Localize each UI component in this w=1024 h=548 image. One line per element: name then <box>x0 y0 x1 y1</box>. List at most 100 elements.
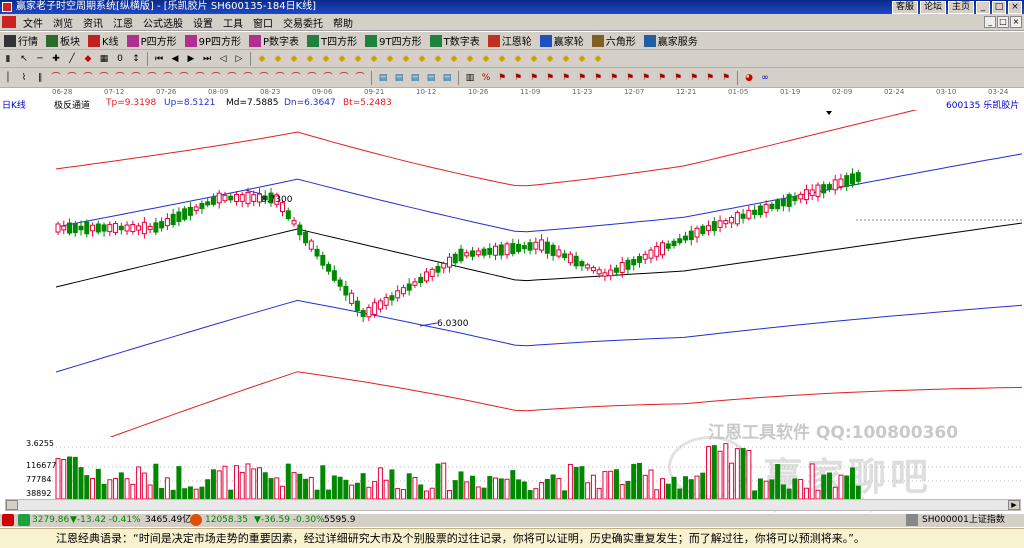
candle[interactable] <box>159 221 165 229</box>
candle[interactable] <box>573 255 579 267</box>
cycle-5-icon[interactable]: ⌒ <box>114 72 126 84</box>
yellow-diamond-21-icon[interactable]: ◆ <box>576 53 588 65</box>
table-1-icon[interactable]: ▤ <box>377 72 389 84</box>
candle[interactable] <box>775 199 781 210</box>
candle[interactable] <box>648 249 654 259</box>
cycle-17-icon[interactable]: ⌒ <box>306 72 318 84</box>
grid-tool-icon[interactable]: ▦ <box>98 53 110 65</box>
yellow-diamond-18-icon[interactable]: ◆ <box>528 53 540 65</box>
next-icon[interactable]: ▶ <box>185 53 197 65</box>
cycle-12-icon[interactable]: ⌒ <box>226 72 238 84</box>
yellow-diamond-20-icon[interactable]: ◆ <box>560 53 572 65</box>
diamond-tool-icon[interactable]: ◆ <box>82 53 94 65</box>
candle[interactable] <box>596 269 602 275</box>
fan-icon[interactable]: ⌇ <box>18 72 30 84</box>
candle[interactable] <box>314 248 320 257</box>
candle[interactable] <box>683 235 689 241</box>
scrollbar-thumb[interactable] <box>6 500 18 510</box>
candle[interactable] <box>245 191 251 205</box>
candle[interactable] <box>636 256 642 263</box>
candle[interactable] <box>199 202 205 210</box>
candle[interactable] <box>239 194 245 202</box>
candle[interactable] <box>395 290 401 299</box>
candle[interactable] <box>752 209 758 215</box>
yellow-diamond-19-icon[interactable]: ◆ <box>544 53 556 65</box>
candle[interactable] <box>821 184 827 194</box>
toolbar-button-10[interactable]: 赢家轮 <box>536 33 588 48</box>
close-button[interactable]: × <box>1008 1 1022 14</box>
yellow-diamond-17-icon[interactable]: ◆ <box>512 53 524 65</box>
candle[interactable] <box>176 211 182 222</box>
candle[interactable] <box>625 259 631 270</box>
candle[interactable] <box>740 213 746 219</box>
candle[interactable] <box>216 192 222 204</box>
menu-gann[interactable]: 江恩 <box>108 15 138 30</box>
menu-tools[interactable]: 工具 <box>218 15 248 30</box>
yellow-diamond-5-icon[interactable]: ◆ <box>320 53 332 65</box>
cycle-13-icon[interactable]: ⌒ <box>242 72 254 84</box>
candle[interactable] <box>671 240 677 247</box>
yellow-diamond-11-icon[interactable]: ◆ <box>416 53 428 65</box>
candle[interactable] <box>585 264 591 269</box>
candle[interactable] <box>308 240 314 250</box>
candle[interactable] <box>147 225 153 231</box>
yellow-diamond-14-icon[interactable]: ◆ <box>464 53 476 65</box>
candle[interactable] <box>631 259 637 266</box>
candle[interactable] <box>285 210 291 220</box>
tool-b-icon[interactable]: ⚑ <box>512 72 524 84</box>
tool-m-icon[interactable]: ⚑ <box>688 72 700 84</box>
candle[interactable] <box>343 285 349 296</box>
arrows-icon[interactable]: ↕ <box>130 53 142 65</box>
candle[interactable] <box>170 213 176 225</box>
candle[interactable] <box>418 276 424 284</box>
candle[interactable] <box>193 206 199 211</box>
candle[interactable] <box>124 224 130 232</box>
yellow-diamond-10-icon[interactable]: ◆ <box>400 53 412 65</box>
candle[interactable] <box>734 212 740 225</box>
candle[interactable] <box>435 265 441 273</box>
candle[interactable] <box>498 244 504 256</box>
candle[interactable] <box>291 220 297 225</box>
plus-icon[interactable]: ✚ <box>50 53 62 65</box>
sh-index-value[interactable]: 3279.86 <box>32 514 69 527</box>
candle[interactable] <box>608 269 614 277</box>
tool-n-icon[interactable]: ⚑ <box>704 72 716 84</box>
menu-trade[interactable]: 交易委托 <box>278 15 328 30</box>
candle[interactable] <box>464 252 470 257</box>
bars-icon[interactable]: ▮ <box>2 53 14 65</box>
prev-icon[interactable]: ◀ <box>169 53 181 65</box>
toolbar-button-3[interactable]: P四方形 <box>123 33 181 48</box>
candle[interactable] <box>412 281 418 286</box>
candle[interactable] <box>826 184 832 190</box>
candle[interactable] <box>642 253 648 260</box>
candle[interactable] <box>164 218 170 227</box>
yellow-diamond-15-icon[interactable]: ◆ <box>480 53 492 65</box>
cycle-4-icon[interactable]: ⌒ <box>98 72 110 84</box>
toolbar-button-5[interactable]: P数字表 <box>245 33 303 48</box>
channel-icon[interactable]: ∥ <box>34 72 46 84</box>
cycle-1-icon[interactable]: ⌒ <box>50 72 62 84</box>
candle[interactable] <box>210 196 216 205</box>
candle[interactable] <box>763 203 769 213</box>
candle[interactable] <box>729 216 735 224</box>
candle[interactable] <box>366 306 372 318</box>
candle[interactable] <box>723 220 729 225</box>
candle[interactable] <box>694 227 700 238</box>
candle[interactable] <box>539 239 545 251</box>
candle[interactable] <box>844 175 850 187</box>
candle[interactable] <box>665 243 671 249</box>
candle[interactable] <box>228 195 234 201</box>
mdi-minimize-button[interactable]: _ <box>984 16 996 28</box>
tool-l-icon[interactable]: ⚑ <box>672 72 684 84</box>
toolbar-button-11[interactable]: 六角形 <box>588 33 640 48</box>
cycle-6-icon[interactable]: ⌒ <box>130 72 142 84</box>
candle[interactable] <box>590 267 596 272</box>
toolbar-button-8[interactable]: T数字表 <box>426 33 484 48</box>
candle[interactable] <box>769 203 775 209</box>
toolbar-button-12[interactable]: 赢家服务 <box>640 33 702 48</box>
menu-formula[interactable]: 公式选股 <box>138 15 188 30</box>
menu-help[interactable]: 帮助 <box>328 15 358 30</box>
maximize-button[interactable]: □ <box>992 1 1006 14</box>
table-5-icon[interactable]: ▤ <box>441 72 453 84</box>
menu-news[interactable]: 资讯 <box>78 15 108 30</box>
